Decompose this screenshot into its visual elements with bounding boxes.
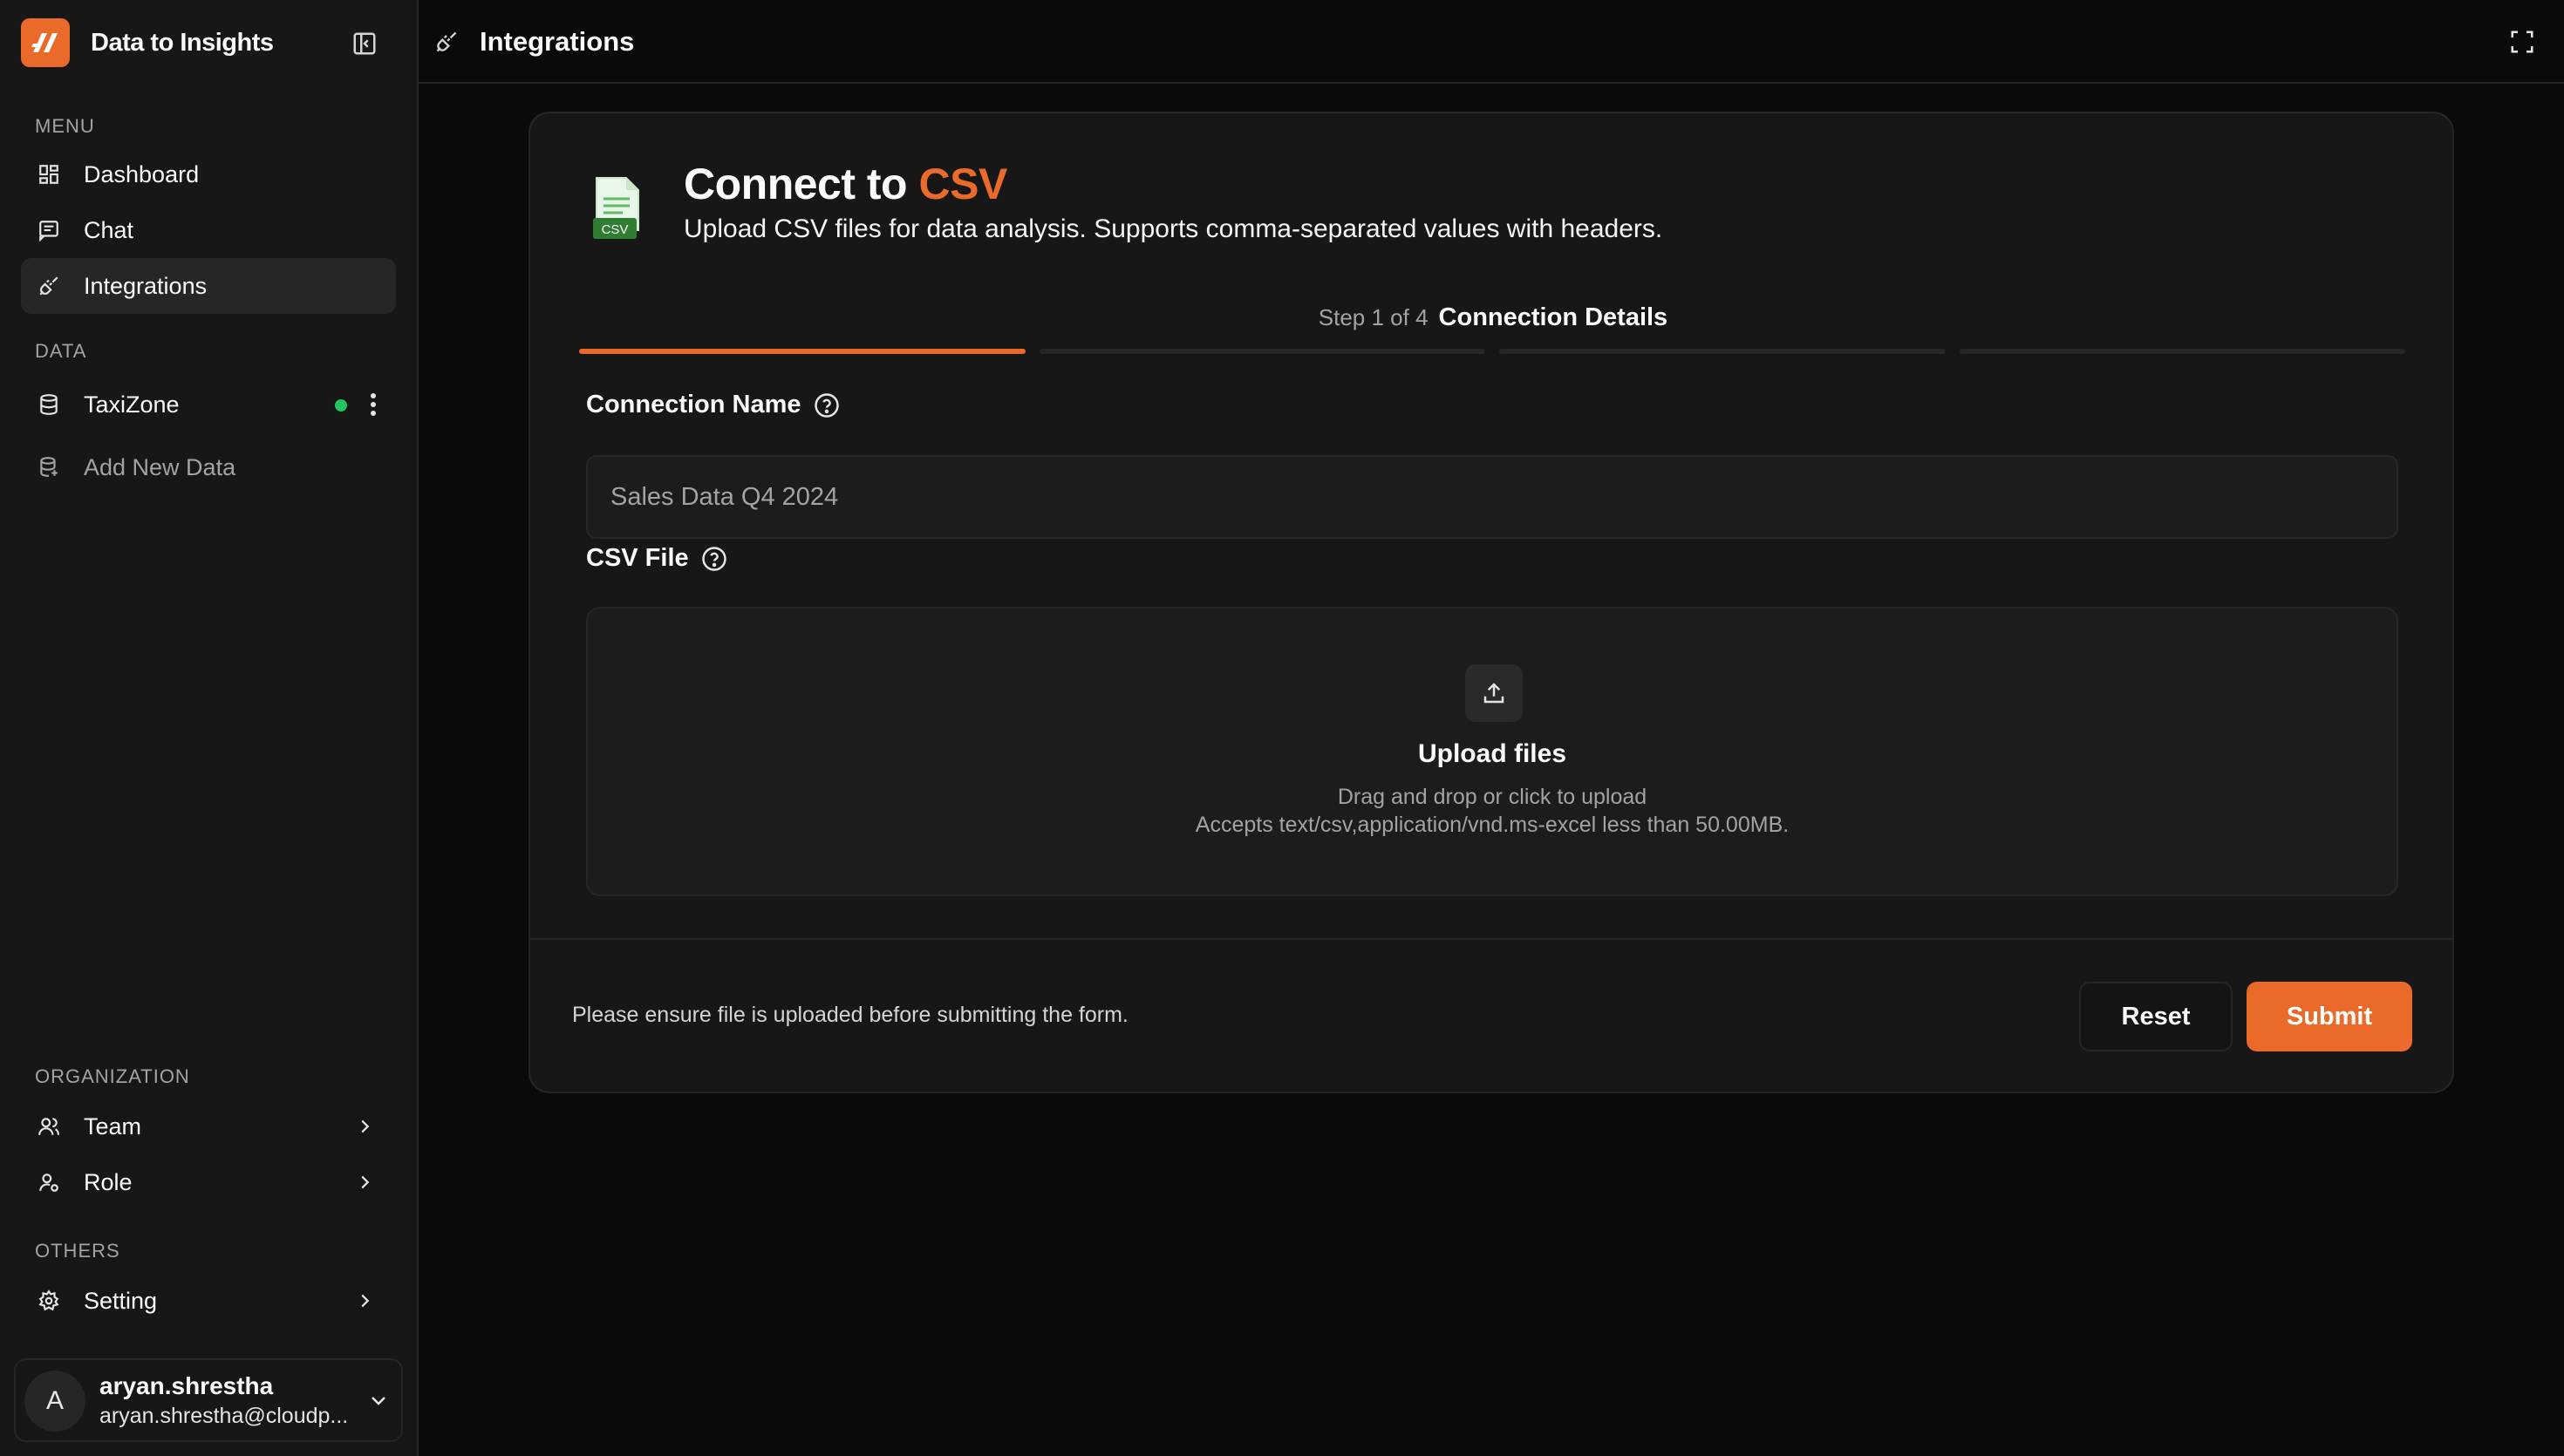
data-section-label: DATA bbox=[35, 340, 87, 362]
csv-file-icon: CSV bbox=[591, 176, 644, 246]
progress-segment bbox=[1959, 349, 2405, 354]
connection-name-label-text: Connection Name bbox=[586, 391, 801, 418]
footer-note: Please ensure file is uploaded before su… bbox=[572, 1003, 1129, 1027]
svg-text:CSV: CSV bbox=[602, 222, 629, 237]
sidebar-item-label: Integrations bbox=[84, 272, 208, 299]
file-dropzone[interactable]: Upload files Drag and drop or click to u… bbox=[586, 607, 2398, 896]
user-role-icon bbox=[35, 1168, 63, 1196]
progress-segment bbox=[1499, 349, 1946, 354]
avatar: A bbox=[24, 1371, 85, 1432]
chevron-right-icon bbox=[351, 1287, 378, 1315]
chat-icon bbox=[35, 216, 63, 244]
users-icon bbox=[35, 1112, 63, 1140]
others-section-label: OTHERS bbox=[35, 1240, 120, 1262]
app-logo-icon bbox=[21, 18, 70, 67]
sidebar-item-label: Chat bbox=[84, 216, 134, 243]
dashboard-icon bbox=[35, 160, 63, 188]
sidebar-item-label: TaxiZone bbox=[84, 391, 180, 418]
sidebar-toggle-icon[interactable] bbox=[349, 28, 380, 59]
app-name: Data to Insights bbox=[91, 28, 274, 57]
user-menu[interactable]: A aryan.shrestha aryan.shrestha@cloudp..… bbox=[14, 1358, 403, 1442]
gear-icon bbox=[35, 1287, 63, 1315]
progress-segment bbox=[1039, 349, 1485, 354]
sidebar-item-label: Team bbox=[84, 1112, 142, 1140]
csv-file-label-text: CSV File bbox=[586, 544, 689, 572]
chevron-down-icon[interactable] bbox=[365, 1386, 392, 1414]
sidebar-item-role[interactable]: Role bbox=[21, 1154, 396, 1210]
sidebar-item-label: Dashboard bbox=[84, 160, 200, 187]
connection-name-label: Connection Name bbox=[586, 391, 840, 419]
sidebar: Data to Insights MENU Dashboard Chat Int… bbox=[0, 0, 419, 1456]
upload-title: Upload files bbox=[1417, 739, 1567, 768]
progress-segment bbox=[579, 349, 1026, 354]
connection-name-input[interactable] bbox=[586, 455, 2398, 539]
chevron-right-icon bbox=[351, 1112, 378, 1140]
sidebar-item-add-new-data[interactable]: Add New Data bbox=[21, 439, 396, 495]
organization-section-label: ORGANIZATION bbox=[35, 1065, 190, 1087]
upload-hint: Drag and drop or click to upload bbox=[1337, 785, 1647, 809]
step-count: Step 1 of 4 bbox=[1318, 304, 1429, 330]
sidebar-item-dashboard[interactable]: Dashboard bbox=[21, 146, 396, 202]
title-accent: CSV bbox=[918, 160, 1007, 208]
upload-icon bbox=[1465, 664, 1523, 722]
sidebar-item-taxizone[interactable]: TaxiZone bbox=[21, 377, 396, 432]
database-icon bbox=[35, 391, 63, 418]
user-name: aryan.shrestha bbox=[99, 1372, 274, 1399]
page-title: Integrations bbox=[480, 26, 635, 57]
title-prefix: Connect to bbox=[684, 160, 919, 208]
form-title: Connect to CSV bbox=[684, 159, 1007, 209]
sidebar-item-team[interactable]: Team bbox=[21, 1099, 396, 1154]
form-subtitle: Upload CSV files for data analysis. Supp… bbox=[684, 214, 1663, 243]
menu-section-label: MENU bbox=[35, 115, 95, 137]
help-circle-icon[interactable] bbox=[814, 392, 840, 418]
upload-accept-text: Accepts text/csv,application/vnd.ms-exce… bbox=[1195, 813, 1790, 837]
brand[interactable]: Data to Insights bbox=[21, 17, 274, 68]
step-name: Connection Details bbox=[1438, 303, 1668, 331]
help-circle-icon[interactable] bbox=[701, 546, 727, 572]
sidebar-item-label: Role bbox=[84, 1168, 133, 1195]
fullscreen-icon[interactable] bbox=[2506, 26, 2538, 58]
divider bbox=[530, 938, 2452, 940]
user-email: aryan.shrestha@cloudp... bbox=[99, 1404, 349, 1428]
reset-button[interactable]: Reset bbox=[2079, 982, 2233, 1051]
submit-button[interactable]: Submit bbox=[2247, 982, 2412, 1051]
step-indicator: Step 1 of 4 Connection Details bbox=[530, 303, 2456, 332]
sidebar-item-label: Add New Data bbox=[84, 453, 236, 480]
status-online-dot bbox=[335, 399, 347, 412]
plug-icon bbox=[35, 272, 63, 300]
chevron-right-icon bbox=[351, 1168, 378, 1196]
sidebar-item-chat[interactable]: Chat bbox=[21, 202, 396, 258]
step-progress-bar bbox=[579, 349, 2405, 356]
sidebar-item-integrations[interactable]: Integrations bbox=[21, 258, 396, 314]
more-options-icon[interactable] bbox=[363, 389, 384, 420]
plug-icon bbox=[431, 26, 462, 58]
top-bar: Integrations bbox=[419, 0, 2564, 84]
database-add-icon bbox=[35, 453, 63, 481]
connect-csv-card: CSV Connect to CSV Upload CSV files for … bbox=[528, 112, 2454, 1093]
csv-file-label: CSV File bbox=[586, 544, 727, 573]
sidebar-item-setting[interactable]: Setting bbox=[21, 1273, 396, 1329]
sidebar-item-label: Setting bbox=[84, 1287, 158, 1314]
